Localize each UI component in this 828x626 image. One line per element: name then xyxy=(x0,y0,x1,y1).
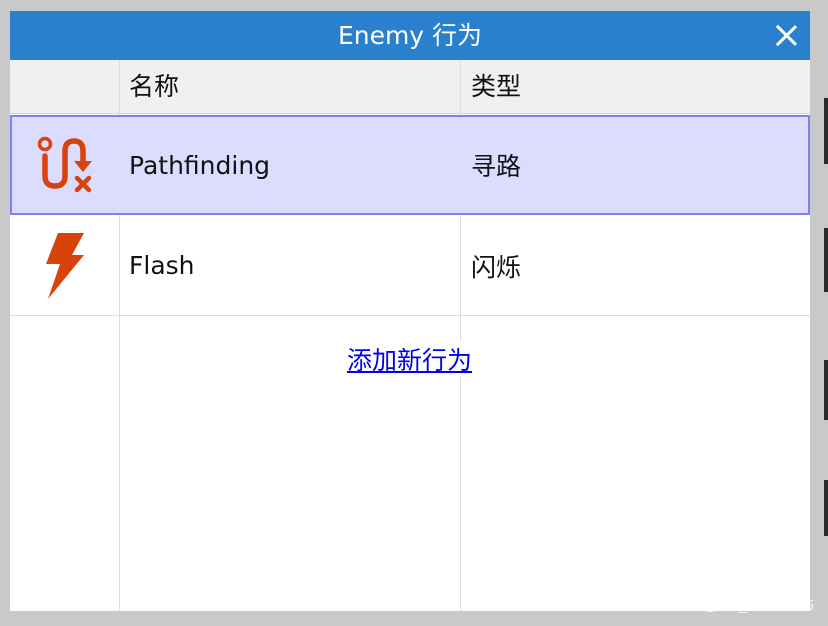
row-name: Flash xyxy=(129,251,195,280)
background-window-edge xyxy=(824,360,828,420)
table-row-flash[interactable]: Flash 闪烁 xyxy=(10,216,810,316)
column-header-type[interactable]: 类型 xyxy=(471,60,521,114)
background-edge xyxy=(810,0,828,626)
table-header: 名称 类型 xyxy=(10,60,810,114)
behaviors-dialog: Enemy 行为 名称 类型 Pathfinding 寻路 Flash 闪烁 添… xyxy=(10,11,810,611)
column-header-name[interactable]: 名称 xyxy=(129,60,179,114)
close-button[interactable] xyxy=(774,23,798,47)
row-type: 闪烁 xyxy=(471,252,522,282)
pathfinding-icon xyxy=(37,136,92,193)
row-icon-cell xyxy=(10,216,119,315)
add-behavior-link[interactable]: 添加新行为 xyxy=(345,341,475,377)
table-row-pathfinding[interactable]: Pathfinding 寻路 xyxy=(10,115,810,215)
row-icon-cell xyxy=(12,117,121,213)
background-window-edge xyxy=(824,98,828,164)
row-type: 寻路 xyxy=(471,152,522,181)
dialog-titlebar[interactable]: Enemy 行为 xyxy=(10,11,810,60)
background-window-edge xyxy=(824,480,828,536)
dialog-title: Enemy 行为 xyxy=(337,21,483,50)
lightning-icon xyxy=(45,232,84,299)
watermark: CSDN @m0_72501295 xyxy=(656,597,814,614)
background-window-edge xyxy=(824,228,828,292)
row-name: Pathfinding xyxy=(129,150,271,180)
